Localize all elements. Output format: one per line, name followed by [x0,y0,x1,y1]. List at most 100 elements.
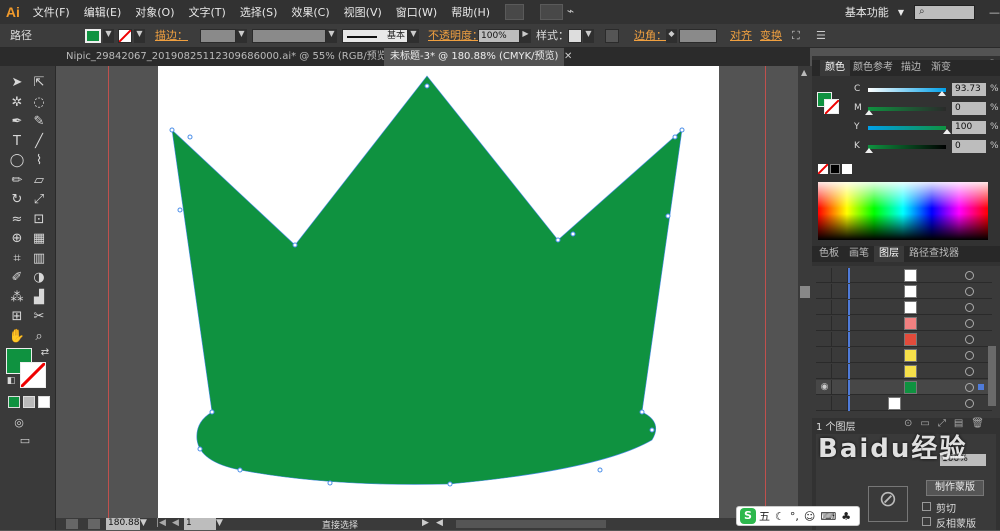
lock-toggle[interactable] [834,364,848,379]
keyboard-icon[interactable]: ⌨ [820,510,836,523]
vertical-scrollbar[interactable]: ▲ [798,66,812,518]
zoom-icon[interactable]: ⌕ [30,328,48,346]
default-colors-icon[interactable]: ◧ [2,372,20,390]
channel-value-Y[interactable]: 100 [952,121,986,134]
none-mode-button[interactable] [38,396,50,408]
stroke-weight-dropdown[interactable]: ▼ [236,29,247,43]
visibility-toggle[interactable] [818,284,832,299]
channel-slider-K[interactable] [868,145,946,149]
isolate-icon[interactable]: ⛶ [792,24,800,48]
corner-radius-field[interactable] [679,29,717,43]
style-dropdown[interactable]: ▼ [583,29,594,43]
anchor-point[interactable] [169,127,175,133]
visibility-toggle[interactable] [818,396,832,411]
gradient-icon[interactable]: ▥ [30,250,48,268]
free-transform-icon[interactable]: ⊡ [30,211,48,229]
panel-menu-icon[interactable]: ☰ [816,24,826,48]
channel-value-C[interactable]: 93.73 [952,83,986,96]
slider-handle[interactable] [865,148,873,153]
variable-width-field[interactable] [252,29,326,43]
crown-shape[interactable] [171,75,683,485]
stroke-dropdown[interactable]: ▼ [134,29,145,43]
panel-tab-3[interactable]: 渐变 [926,60,956,76]
pencil-icon[interactable]: ✏ [8,172,26,190]
status-menu-arrow[interactable]: ▶ [422,518,429,528]
arrange-docs-button[interactable] [540,4,563,20]
visibility-toggle[interactable] [818,364,832,379]
ime-mode-label[interactable]: 五 [759,508,770,524]
visibility-toggle[interactable] [818,268,832,283]
punctuation-icon[interactable]: °, [790,510,799,523]
slice-icon[interactable]: ✂ [30,308,48,326]
menu-item-5[interactable]: 效果(C) [284,4,336,20]
graphic-style-swatch[interactable] [568,29,582,43]
anchor-point[interactable] [187,134,193,140]
target-icon[interactable] [965,271,974,280]
corners-label[interactable]: 边角： [634,24,667,48]
menu-item-4[interactable]: 选择(S) [233,4,285,20]
page-dropdown[interactable]: ▼ [216,518,223,528]
none-swatch[interactable] [817,163,829,175]
eraser-icon[interactable]: ▱ [30,172,48,190]
emoji-icon[interactable]: ☺ [804,510,815,523]
minimize-button[interactable]: — [989,6,1000,19]
white-swatch[interactable] [842,164,852,174]
gpu-icon[interactable]: ⌁ [567,4,586,20]
visibility-toggle[interactable] [818,316,832,331]
visibility-toggle[interactable] [818,332,832,347]
variable-width-dropdown[interactable]: ▼ [326,29,337,43]
opacity-dropdown[interactable]: ▶ [520,29,531,43]
target-icon[interactable] [965,335,974,344]
stroke-color-box[interactable] [19,361,47,389]
layer-row[interactable]: ◉ [816,380,992,395]
pen-icon[interactable]: ✒ [8,113,26,131]
bridge-button[interactable] [505,4,525,20]
anchor-point[interactable] [649,427,655,433]
channel-slider-M[interactable] [868,107,946,111]
tab-document-1[interactable]: Nipic_29842067_20190825112309686000.ai* … [60,48,391,66]
lock-toggle[interactable] [834,380,848,395]
prev-page-button[interactable]: ◀ [172,518,179,528]
menu-item-6[interactable]: 视图(V) [337,4,389,20]
workspace-switcher[interactable]: 基本功能 [838,4,896,20]
lasso-icon[interactable]: ◌ [30,94,48,112]
anchor-point[interactable] [597,467,603,473]
anchor-point[interactable] [447,481,453,487]
gradient-mode-button[interactable] [23,396,35,408]
panel-tab-1[interactable]: 颜色参考 [848,60,898,76]
fill-dropdown[interactable]: ▼ [103,29,114,43]
direct-select-icon[interactable]: ⇱ [30,74,48,92]
channel-value-K[interactable]: 0 [952,140,986,153]
artboard[interactable] [158,66,719,518]
select-icon[interactable]: ➤ [8,74,26,92]
layer-panel-tab-1[interactable]: 画笔 [844,246,874,262]
fill-swatch[interactable] [85,29,101,43]
clip-checkbox[interactable] [922,502,931,511]
anchor-point[interactable] [555,237,561,243]
zoom-dropdown[interactable]: ▼ [140,518,147,528]
color-spectrum[interactable] [818,182,988,240]
symbol-sprayer-icon[interactable]: ⁂ [8,289,26,307]
slider-handle[interactable] [943,129,951,134]
recolor-button[interactable] [605,29,619,43]
menu-item-7[interactable]: 窗口(W) [389,4,444,20]
lock-toggle[interactable] [834,332,848,347]
horizontal-scroll-left[interactable]: ◀ [436,518,443,528]
anchor-point[interactable] [177,207,183,213]
lock-toggle[interactable] [834,396,848,411]
menu-item-0[interactable]: 文件(F) [26,4,77,20]
blend-icon[interactable]: ◑ [30,269,48,287]
menu-item-3[interactable]: 文字(T) [182,4,233,20]
invert-mask-checkbox[interactable] [922,517,931,526]
layer-panel-tab-3[interactable]: 路径查找器 [904,246,964,262]
anchor-point[interactable] [672,134,678,140]
layer-row[interactable] [816,284,992,299]
channel-slider-C[interactable] [868,88,946,92]
scale-icon[interactable]: ⤢ [30,191,48,209]
lock-toggle[interactable] [834,316,848,331]
brush-definition-field[interactable]: 基本 [342,29,408,43]
lock-toggle[interactable] [834,300,848,315]
brush-dropdown[interactable]: ▼ [408,29,419,43]
corner-spinner[interactable]: ◆ [666,29,677,43]
layer-row[interactable] [816,396,992,411]
